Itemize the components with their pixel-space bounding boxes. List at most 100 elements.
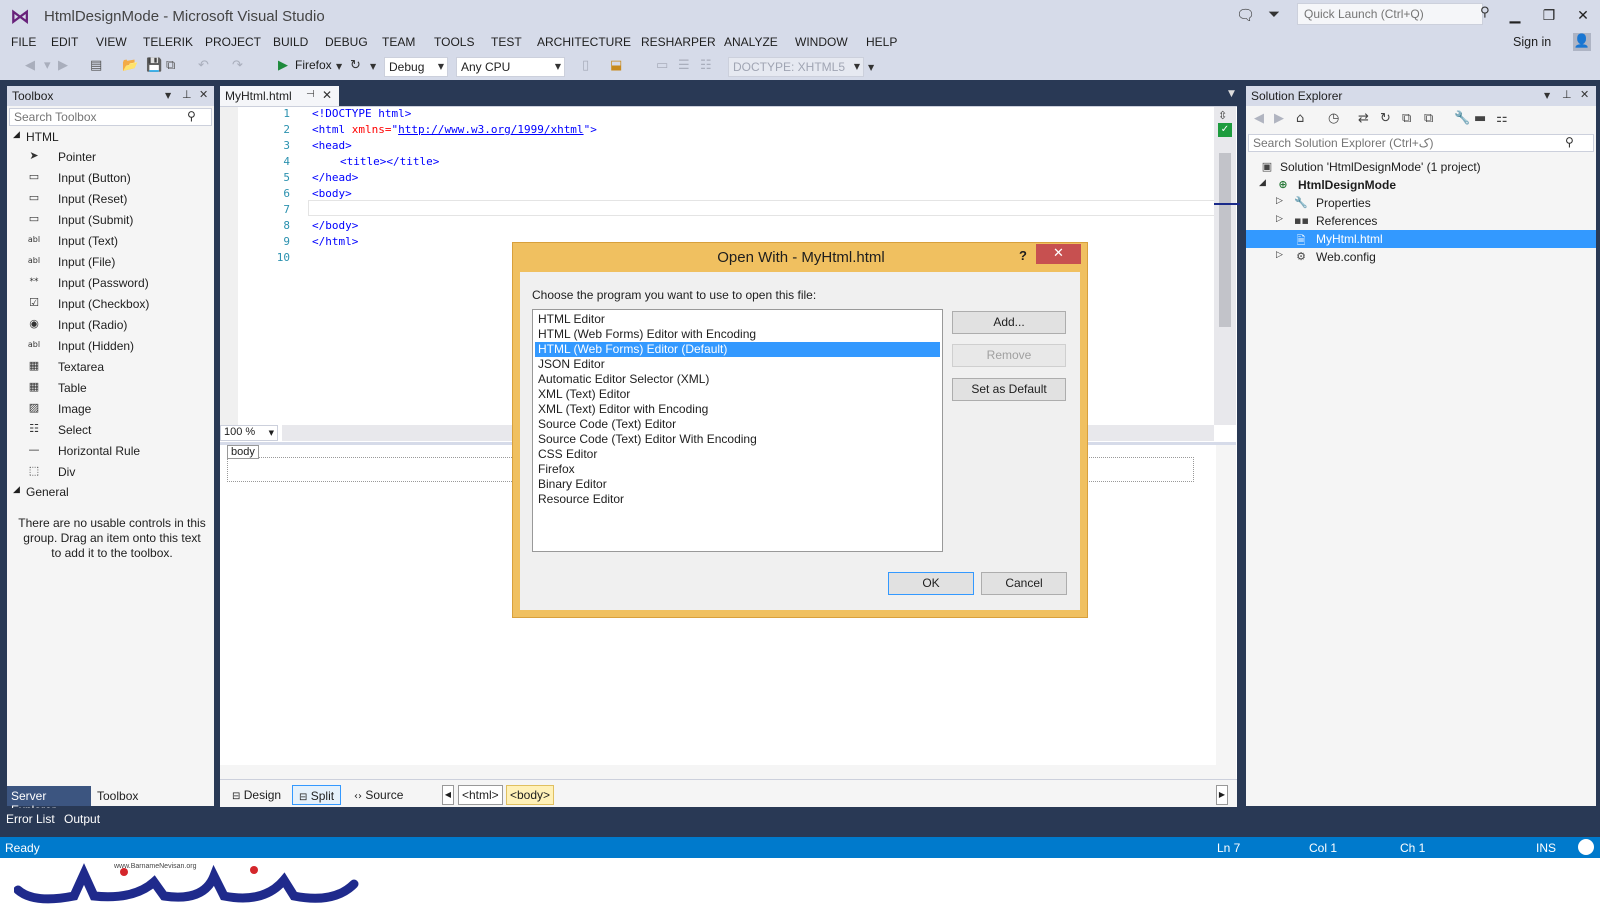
window-menu-icon[interactable]: ▼ [1544, 91, 1550, 100]
close-icon[interactable]: ✕ [322, 88, 332, 102]
split-window-icon[interactable]: ⇳ [1218, 109, 1227, 122]
tree-item-solution[interactable]: ▣ Solution 'HtmlDesignMode' (1 project) [1246, 158, 1596, 176]
navigate-back-icon[interactable]: ◀ [25, 58, 35, 73]
menu-project[interactable]: PROJECT [205, 35, 261, 49]
pin-icon[interactable]: ⊣ [306, 89, 315, 100]
menu-team[interactable]: TEAM [382, 35, 415, 49]
properties-wrench-icon[interactable]: 🔧 [1454, 111, 1470, 126]
breadcrumb-html[interactable]: <html> [458, 785, 503, 805]
feedback-filter-icon[interactable]: ⏷ [1268, 5, 1280, 23]
menu-file[interactable]: FILE [11, 35, 36, 49]
collapsed-triangle-icon[interactable]: ▷ [1276, 250, 1283, 260]
redo-icon[interactable]: ↷ [232, 58, 243, 73]
feedback-smiley-icon[interactable] [1578, 839, 1594, 855]
close-icon[interactable]: ✕ [199, 88, 208, 101]
close-icon[interactable]: ✕ [1580, 88, 1589, 101]
toolbox-item-input-button[interactable]: ▭ Input (Button) [7, 168, 214, 188]
list-item[interactable]: XML (Text) Editor [535, 387, 940, 402]
menu-tools[interactable]: TOOLS [434, 35, 474, 49]
list-item[interactable]: Binary Editor [535, 477, 940, 492]
preview-selected-icon[interactable]: ▬ [1474, 111, 1486, 126]
menu-window[interactable]: WINDOW [795, 35, 848, 49]
list-item[interactable]: HTML Editor [535, 312, 940, 327]
menu-architecture[interactable]: ARCHITECTURE [537, 35, 631, 49]
browser-link-icon[interactable]: ⬓ [610, 58, 622, 73]
toolbox-item-input-checkbox[interactable]: ☑ Input (Checkbox) [7, 294, 214, 314]
add-button[interactable]: Add... [952, 311, 1066, 334]
tree-item-properties[interactable]: ▷ 🔧 Properties [1246, 194, 1596, 212]
toolbox-group-html[interactable]: ◢ HTML [7, 128, 214, 146]
tab-design-view[interactable]: ⊟ Design [226, 785, 287, 805]
collapse-all-icon[interactable]: ⧉ [1402, 111, 1411, 126]
list-item[interactable]: Source Code (Text) Editor With Encoding [535, 432, 940, 447]
remove-button[interactable]: Remove [952, 344, 1066, 367]
forward-icon[interactable]: ▶ [1274, 111, 1284, 126]
menu-debug[interactable]: DEBUG [325, 35, 368, 49]
doctype-select[interactable]: DOCTYPE: XHTML5 ▼ [728, 57, 864, 77]
list-item-selected[interactable]: HTML (Web Forms) Editor (Default) [535, 342, 940, 357]
xmlns-link[interactable]: http://www.w3.org/1999/xhtml [398, 123, 583, 136]
search-icon[interactable]: ⚲ [187, 109, 196, 123]
search-icon[interactable]: ⚲ [1565, 135, 1574, 149]
list-item[interactable]: Firefox [535, 462, 940, 477]
tab-toolbox[interactable]: Toolbox [91, 786, 147, 806]
save-icon[interactable]: 💾 [146, 58, 162, 73]
dropdown-arrow-icon[interactable]: ▾ [44, 58, 51, 73]
back-icon[interactable]: ◀ [1254, 111, 1264, 126]
menu-analyze[interactable]: ANALYZE [724, 35, 778, 49]
save-all-icon[interactable]: ⧉ [166, 58, 175, 73]
home-icon[interactable]: ⌂ [1296, 111, 1304, 126]
toolbox-item-input-hidden[interactable]: abl Input (Hidden) [7, 336, 214, 356]
navigate-forward-icon[interactable]: ▶ [58, 58, 68, 73]
tab-error-list[interactable]: Error List [6, 812, 55, 826]
design-vertical-scrollbar[interactable] [1216, 445, 1236, 779]
notification-icon[interactable]: 🗨 [1236, 6, 1255, 24]
outdent-icon[interactable]: ☷ [700, 58, 712, 73]
toolbox-item-input-file[interactable]: abl Input (File) [7, 252, 214, 272]
source-vertical-scrollbar[interactable]: ⇳ ✓ [1214, 107, 1236, 425]
find-in-files-icon[interactable]: ▯ [582, 58, 589, 73]
platform-select[interactable]: Any CPU ▼ [456, 57, 565, 77]
pin-icon[interactable]: ⊥ [1562, 88, 1572, 101]
list-item[interactable]: HTML (Web Forms) Editor with Encoding [535, 327, 940, 342]
toolbox-search-input[interactable] [9, 108, 212, 126]
toolbox-item-horizontal-rule[interactable]: — Horizontal Rule [7, 441, 214, 461]
expanded-triangle-icon[interactable]: ◢ [1259, 178, 1266, 188]
toolbox-item-input-password[interactable]: ** Input (Password) [7, 273, 214, 293]
minimize-button[interactable]: ▁ [1500, 4, 1530, 26]
toolbox-item-table[interactable]: ▦ Table [7, 378, 214, 398]
toolbox-item-input-reset[interactable]: ▭ Input (Reset) [7, 189, 214, 209]
comment-icon[interactable]: ▭ [656, 58, 668, 73]
breadcrumb-back-icon[interactable]: ◀ [442, 785, 454, 805]
close-window-button[interactable]: ✕ [1568, 4, 1598, 26]
solution-search-input[interactable] [1248, 134, 1594, 152]
class-diagram-icon[interactable]: ⚏ [1496, 111, 1508, 126]
toolbox-item-pointer[interactable]: ➤ Pointer [7, 147, 214, 167]
ok-button[interactable]: OK [888, 572, 974, 595]
breadcrumb-forward-icon[interactable]: ▶ [1216, 785, 1228, 805]
configuration-select[interactable]: Debug ▼ [384, 57, 448, 77]
tree-item-references[interactable]: ▷ ▪▪ References [1246, 212, 1596, 230]
tab-server-explorer[interactable]: Server Explorer [7, 786, 91, 817]
tab-overflow-icon[interactable]: ▼ [1228, 89, 1235, 99]
tab-source-view[interactable]: ‹› Source [348, 785, 409, 805]
refresh-icon[interactable]: ↻ [1380, 111, 1391, 126]
pin-icon[interactable]: ⊥ [182, 88, 192, 101]
toolbox-item-image[interactable]: ▨ Image [7, 399, 214, 419]
indent-icon[interactable]: ☰ [678, 58, 690, 73]
tree-item-webconfig[interactable]: ▷ ⚙ Web.config [1246, 248, 1596, 266]
menu-telerik[interactable]: TELERIK [143, 35, 193, 49]
toolbox-item-select[interactable]: ☷ Select [7, 420, 214, 440]
restore-button[interactable]: ❐ [1534, 4, 1564, 26]
scroll-thumb[interactable] [1219, 153, 1231, 327]
collapsed-triangle-icon[interactable]: ▷ [1276, 214, 1283, 224]
search-icon[interactable]: ⚲ [1480, 5, 1490, 20]
account-icon[interactable]: 👤 [1573, 33, 1591, 51]
show-all-files-icon[interactable]: ⧉ [1424, 111, 1433, 126]
toolbox-item-input-text[interactable]: abl Input (Text) [7, 231, 214, 251]
document-tab-myhtml[interactable]: MyHtml.html ⊣ ✕ [220, 86, 339, 106]
zoom-select[interactable]: 100 % ▼ [220, 425, 278, 441]
menu-build[interactable]: BUILD [273, 35, 308, 49]
run-target-label[interactable]: Firefox [295, 58, 332, 72]
refresh-icon[interactable]: ↻ [350, 58, 361, 73]
